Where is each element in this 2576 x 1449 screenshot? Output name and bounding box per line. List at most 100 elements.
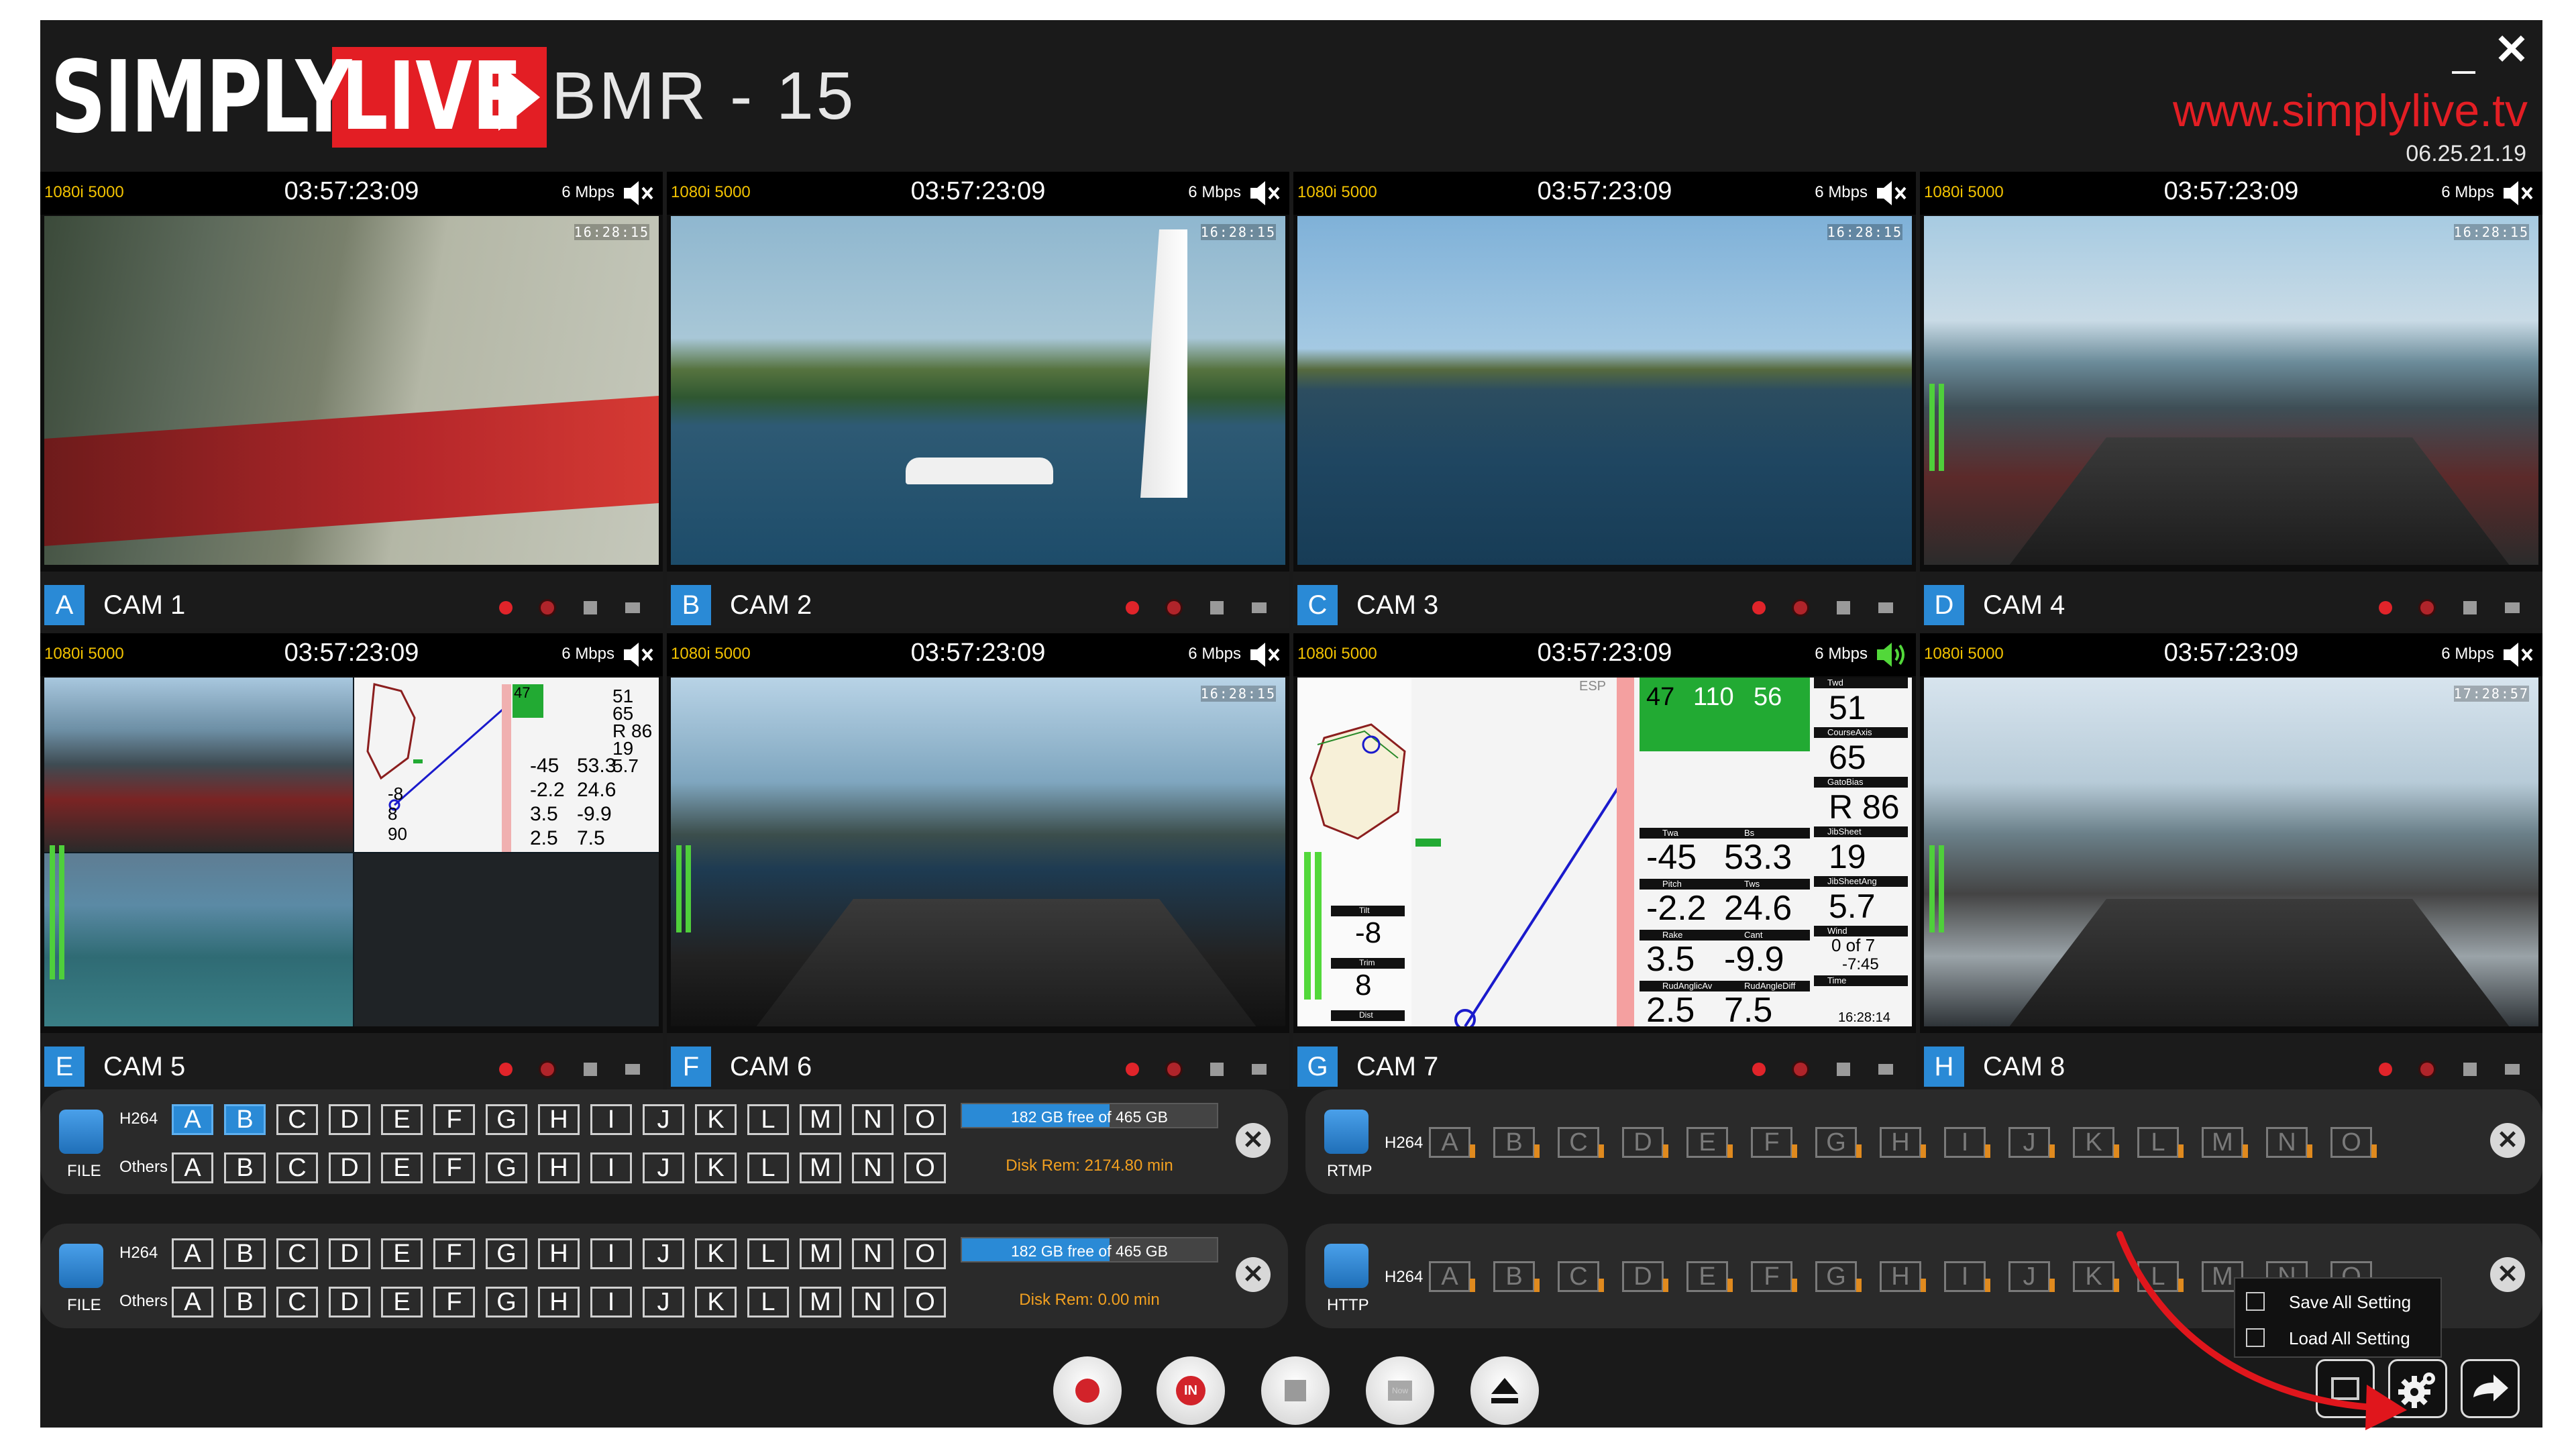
camera-tile-g[interactable]: 1080i 5000 03:57:23:09 6 Mbps Tilt -8 Trim 8 Di… [1293, 633, 1916, 1089]
stop-square-icon[interactable] [1837, 601, 1850, 614]
others-channel-f-button[interactable]: F [433, 1287, 475, 1318]
record-dot-icon[interactable] [499, 1063, 513, 1076]
in-dot-icon[interactable] [541, 1063, 554, 1076]
others-channel-k-button[interactable]: K [695, 1152, 737, 1183]
channel-b-button[interactable]: B [224, 1104, 266, 1135]
channel-f-button[interactable]: F [433, 1104, 475, 1135]
close-recorder-button[interactable]: ✕ [2490, 1123, 2525, 1158]
others-channel-o-button[interactable]: O [904, 1287, 946, 1318]
others-channel-k-button[interactable]: K [695, 1287, 737, 1318]
others-channel-h-button[interactable]: H [538, 1152, 580, 1183]
channel-d-button[interactable]: D [1622, 1127, 1668, 1158]
output-icon[interactable] [2505, 602, 2520, 613]
in-dot-icon[interactable] [1167, 1063, 1181, 1076]
channel-n-button[interactable]: N [852, 1238, 894, 1269]
channel-a-button[interactable]: A [1429, 1127, 1475, 1158]
eject-button[interactable] [1470, 1356, 1539, 1425]
record-dot-icon[interactable] [1126, 1063, 1139, 1076]
video-feed[interactable]: 16:28:15 [44, 216, 659, 565]
video-feed[interactable]: 16:28:15 [671, 216, 1285, 565]
close-recorder-button[interactable]: ✕ [1236, 1257, 1271, 1292]
channel-b-button[interactable]: B [1493, 1261, 1540, 1292]
others-channel-i-button[interactable]: I [590, 1152, 632, 1183]
channel-k-button[interactable]: K [695, 1238, 737, 1269]
in-dot-icon[interactable] [541, 601, 554, 614]
others-channel-d-button[interactable]: D [329, 1152, 370, 1183]
others-channel-m-button[interactable]: M [800, 1287, 841, 1318]
exit-button[interactable] [2461, 1359, 2520, 1418]
others-channel-n-button[interactable]: N [852, 1152, 894, 1183]
folder-icon[interactable] [59, 1110, 103, 1154]
speaker-muted-icon[interactable] [621, 640, 656, 669]
channel-n-button[interactable]: N [852, 1104, 894, 1135]
now-button[interactable]: Now [1366, 1356, 1434, 1425]
others-channel-c-button[interactable]: C [276, 1287, 318, 1318]
others-channel-l-button[interactable]: L [747, 1152, 789, 1183]
record-button[interactable] [1053, 1356, 1122, 1425]
video-feed[interactable]: 16:28:15 [1924, 216, 2538, 565]
others-channel-g-button[interactable]: G [486, 1152, 527, 1183]
channel-j-button[interactable]: J [2008, 1127, 2055, 1158]
others-channel-j-button[interactable]: J [643, 1152, 684, 1183]
channel-e-button[interactable]: E [1686, 1127, 1733, 1158]
channel-g-button[interactable]: G [1815, 1127, 1862, 1158]
channel-e-button[interactable]: E [1686, 1261, 1733, 1292]
record-dot-icon[interactable] [499, 601, 513, 614]
others-channel-a-button[interactable]: A [172, 1287, 213, 1318]
output-icon[interactable] [2505, 1064, 2520, 1075]
channel-c-button[interactable]: C [1558, 1127, 1604, 1158]
video-feed[interactable]: 16:28:15 [671, 678, 1285, 1026]
camera-tile-f[interactable]: 1080i 5000 03:57:23:09 6 Mbps 16:28:15 F CAM … [667, 633, 1289, 1089]
channel-c-button[interactable]: C [276, 1238, 318, 1269]
camera-tile-a[interactable]: 1080i 5000 03:57:23:09 6 Mbps 16:28:15 A CAM … [40, 172, 663, 628]
others-channel-d-button[interactable]: D [329, 1287, 370, 1318]
channel-m-button[interactable]: M [800, 1238, 841, 1269]
stream-icon[interactable] [1324, 1110, 1368, 1154]
speaker-muted-icon[interactable] [1874, 178, 1909, 208]
others-channel-j-button[interactable]: J [643, 1287, 684, 1318]
camera-tile-b[interactable]: 1080i 5000 03:57:23:09 6 Mbps 16:28:15 B CAM … [667, 172, 1289, 628]
channel-f-button[interactable]: F [1751, 1261, 1797, 1292]
stream-icon[interactable] [1324, 1244, 1368, 1288]
stop-square-icon[interactable] [2463, 601, 2477, 614]
others-channel-a-button[interactable]: A [172, 1152, 213, 1183]
in-dot-icon[interactable] [1794, 601, 1807, 614]
channel-k-button[interactable]: K [2073, 1127, 2119, 1158]
stop-square-icon[interactable] [584, 1063, 597, 1076]
channel-d-button[interactable]: D [329, 1104, 370, 1135]
others-channel-n-button[interactable]: N [852, 1287, 894, 1318]
stop-square-icon[interactable] [1210, 601, 1224, 614]
channel-i-button[interactable]: I [590, 1238, 632, 1269]
channel-a-button[interactable]: A [1429, 1261, 1475, 1292]
camera-tile-h[interactable]: 1080i 5000 03:57:23:09 6 Mbps 17:28:57 H CAM … [1920, 633, 2542, 1089]
output-icon[interactable] [625, 602, 640, 613]
speaker-active-icon[interactable] [1874, 640, 1909, 669]
close-window-button[interactable]: ✕ [2494, 27, 2529, 74]
others-channel-h-button[interactable]: H [538, 1287, 580, 1318]
channel-g-button[interactable]: G [486, 1238, 527, 1269]
record-dot-icon[interactable] [1126, 601, 1139, 614]
others-channel-l-button[interactable]: L [747, 1287, 789, 1318]
minimize-button[interactable]: _ [2453, 32, 2475, 72]
channel-h-button[interactable]: H [1880, 1127, 1926, 1158]
channel-a-button[interactable]: A [172, 1238, 213, 1269]
channel-j-button[interactable]: J [643, 1104, 684, 1135]
stop-square-icon[interactable] [584, 601, 597, 614]
channel-k-button[interactable]: K [695, 1104, 737, 1135]
others-channel-f-button[interactable]: F [433, 1152, 475, 1183]
output-icon[interactable] [1252, 1064, 1267, 1075]
output-icon[interactable] [1878, 1064, 1893, 1075]
in-dot-icon[interactable] [2420, 601, 2434, 614]
channel-b-button[interactable]: B [224, 1238, 266, 1269]
stop-square-icon[interactable] [2463, 1063, 2477, 1076]
channel-i-button[interactable]: I [590, 1104, 632, 1135]
channel-e-button[interactable]: E [381, 1238, 423, 1269]
channel-o-button[interactable]: O [904, 1104, 946, 1135]
channel-h-button[interactable]: H [538, 1238, 580, 1269]
in-dot-icon[interactable] [1794, 1063, 1807, 1076]
channel-h-button[interactable]: H [538, 1104, 580, 1135]
channel-f-button[interactable]: F [433, 1238, 475, 1269]
others-channel-e-button[interactable]: E [381, 1287, 423, 1318]
output-icon[interactable] [1878, 602, 1893, 613]
stop-square-icon[interactable] [1210, 1063, 1224, 1076]
